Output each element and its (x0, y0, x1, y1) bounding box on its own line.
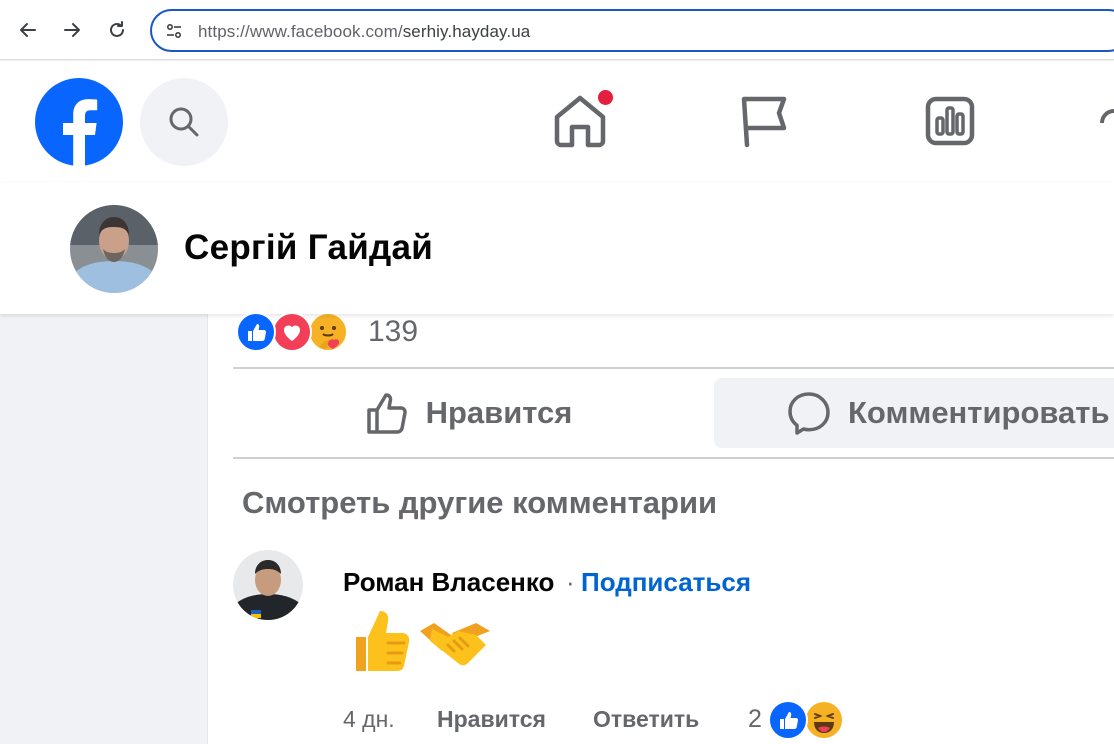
divider (233, 457, 1114, 459)
browser-toolbar: https://www.facebook.com/serhiy.hayday.u… (0, 0, 1114, 60)
like-reaction-icon (236, 312, 276, 352)
post-reactions[interactable] (236, 312, 348, 352)
url-path: serhiy.hayday.ua (402, 22, 531, 41)
facebook-header (0, 61, 1114, 183)
love-reaction-icon (272, 312, 312, 352)
search-button[interactable] (140, 78, 228, 166)
separator-dot: · (566, 567, 575, 597)
back-arrow-icon (20, 23, 36, 37)
back-button[interactable] (10, 12, 46, 48)
thumbs-up-emoji (356, 611, 410, 671)
url-prefix: https://www.facebook.com/ (198, 22, 403, 41)
comment-content (348, 605, 492, 677)
site-settings-icon[interactable] (164, 21, 184, 41)
care-reaction-icon (308, 312, 348, 352)
comment-label: Комментировать (848, 395, 1110, 430)
follow-link[interactable]: Подписаться (581, 567, 751, 598)
handshake-emoji (420, 623, 490, 666)
left-gutter (0, 314, 208, 744)
notification-dot (596, 88, 615, 107)
haha-reaction-icon (804, 700, 844, 740)
forward-arrow-icon (64, 23, 80, 37)
like-button[interactable]: Нравится (233, 378, 703, 448)
search-icon (169, 107, 199, 137)
comment-author-name[interactable]: Роман Власенко (343, 567, 554, 598)
facebook-logo[interactable] (35, 78, 123, 166)
like-reaction-icon (768, 700, 808, 740)
view-more-comments-link[interactable]: Смотреть другие комментарии (242, 485, 717, 521)
thumbs-up-icon (366, 393, 407, 434)
comment-bubble-icon (788, 392, 830, 435)
address-bar[interactable]: https://www.facebook.com/serhiy.hayday.u… (150, 9, 1114, 52)
like-label: Нравится (425, 395, 573, 430)
flag-icon[interactable] (735, 91, 795, 151)
reload-button[interactable] (99, 12, 135, 48)
comment-avatar[interactable] (233, 550, 303, 620)
comment-reply-button[interactable]: Ответить (593, 706, 699, 733)
chart-icon[interactable] (920, 91, 980, 151)
comment-like-button[interactable]: Нравится (437, 706, 546, 733)
reload-icon (110, 21, 124, 37)
more-nav-icon[interactable] (1100, 109, 1114, 135)
profile-header: Сергій Гайдай (0, 183, 1114, 314)
comment-reaction-count[interactable]: 2 (748, 705, 762, 734)
url-text[interactable]: https://www.facebook.com/serhiy.hayday.u… (198, 22, 530, 42)
divider (233, 367, 1114, 369)
profile-avatar[interactable] (70, 205, 158, 293)
reaction-count[interactable]: 139 (368, 315, 418, 349)
forward-button[interactable] (54, 12, 90, 48)
profile-name[interactable]: Сергій Гайдай (184, 228, 433, 268)
comment-timestamp[interactable]: 4 дн. (343, 706, 395, 733)
comment-button[interactable]: Комментировать (714, 378, 1114, 448)
comment-reactions[interactable] (768, 700, 844, 740)
